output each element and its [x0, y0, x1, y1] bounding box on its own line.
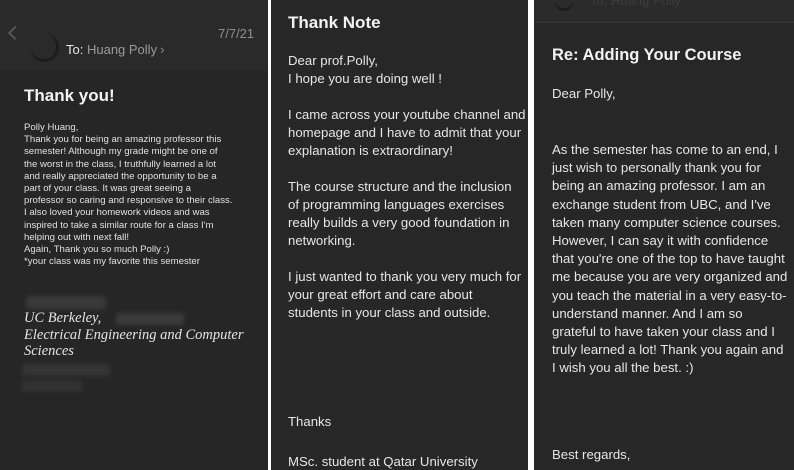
note-title: Thank Note [288, 13, 381, 32]
body-line: and really appreciated the opportunity t… [24, 170, 217, 182]
body-line: inspired to take a similar route for a c… [24, 219, 214, 231]
note-paragraph: I came across your youtube channel and h… [288, 107, 526, 158]
email-body: As the semester has come to an end, I ju… [552, 142, 788, 376]
recipient-name: Huang Polly [86, 42, 158, 57]
note-paragraph: Dear prof.Polly, I hope you are doing we… [288, 53, 442, 86]
email-subject: Thank you! [24, 86, 115, 105]
screenshot-collage: 7/7/21 To: Huang Polly › Thank you! Polly… [0, 0, 794, 470]
body-line: helping out with next fall! [24, 231, 130, 243]
recipient-label: To: [66, 42, 84, 57]
email-body: Polly Huang, Thank you for being an amaz… [24, 122, 264, 268]
redacted-field [22, 364, 110, 376]
note-panel-thank-note: Thank Note Dear prof.Polly, I hope you a… [271, 0, 528, 470]
body-line: I also loved your homework videos and wa… [24, 207, 210, 219]
note-body: Dear prof.Polly, I hope you are doing we… [288, 52, 526, 340]
affiliation-line: Sciences [24, 343, 74, 359]
avatar-icon [30, 33, 59, 62]
body-line: Thank you for being an amazing professor… [24, 134, 222, 146]
email-panel-adding-course: To: Huang Polly Re: Adding Your Course D… [534, 0, 794, 470]
recipient-line[interactable]: To: Huang Polly › [66, 42, 164, 57]
note-signature: MSc. student at Qatar University [288, 454, 478, 469]
body-line: professor so caring and responsive to th… [24, 195, 233, 207]
affiliation-line: Electrical Engineering and Computer [24, 326, 244, 343]
body-line: semester! Although my grade might be one… [24, 146, 218, 158]
chevron-right-icon: › [160, 42, 165, 57]
email-closing: Best regards, [552, 447, 631, 462]
note-closing: Thanks [288, 414, 332, 429]
body-line: Again, Thank you so much Polly :) [24, 244, 170, 256]
body-line: the worst in the class, I truthfully lea… [24, 158, 216, 170]
body-line: Polly Huang, [24, 122, 79, 133]
redacted-field [22, 380, 82, 392]
email-subject: Re: Adding Your Course [552, 46, 742, 64]
email-greeting: Dear Polly, [552, 86, 616, 101]
body-line: *your class was my favorite this semeste… [24, 256, 200, 268]
note-paragraph: I just wanted to thank you very much for… [288, 269, 522, 320]
email-date: 7/7/21 [218, 26, 255, 41]
email-panel-thank-you: 7/7/21 To: Huang Polly › Thank you! Polly… [0, 0, 268, 470]
note-paragraph: The course structure and the inclusion o… [288, 179, 512, 248]
header-divider [534, 22, 794, 23]
redacted-signature-name [26, 296, 106, 309]
body-line: part of your class. It was great seeing … [24, 183, 191, 195]
redacted-field [116, 313, 184, 325]
recipient-line[interactable]: To: Huang Polly [590, 0, 681, 8]
